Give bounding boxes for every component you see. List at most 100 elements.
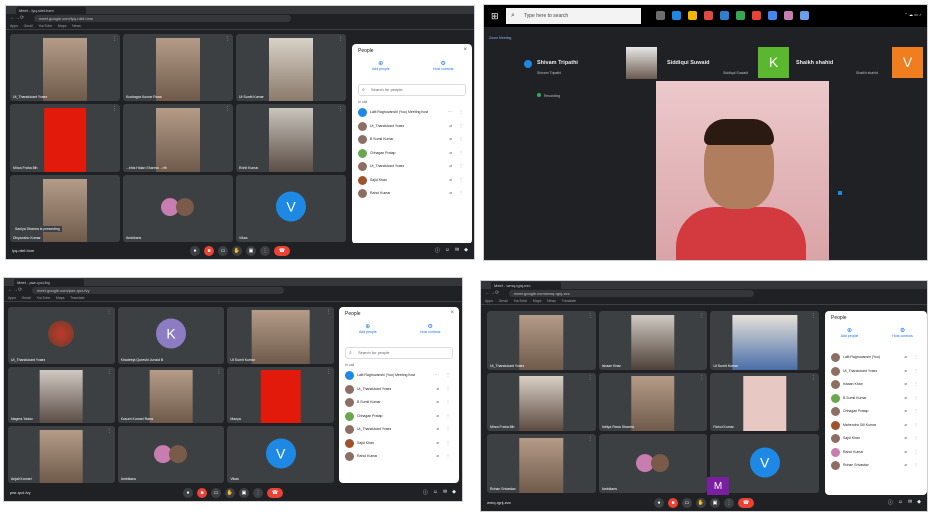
more-options-icon[interactable]: ⋮ — [811, 375, 816, 381]
more-options-icon[interactable]: ⋮ — [699, 313, 704, 319]
chat-icon[interactable]: ✉ — [908, 499, 912, 506]
mic-icon[interactable]: ⌀ ⋮ — [904, 354, 921, 359]
browser-tab[interactable]: Meet - wmq-rgnj-ezc — [491, 282, 561, 289]
participant-tile[interactable]: ⋮ Ut Sumit Kumar — [227, 307, 334, 364]
add-people-button[interactable]: ⊕ Add people — [344, 323, 392, 334]
bookmark-item[interactable]: Gmail — [499, 298, 508, 305]
more-options-icon[interactable]: ⋮ — [326, 369, 331, 375]
list-item[interactable]: Sajid Khan ⌀ ⋮ — [356, 174, 468, 188]
store-icon[interactable] — [720, 11, 729, 20]
mic-button[interactable]: ● — [190, 246, 200, 256]
bookmark-item[interactable]: News — [547, 298, 556, 305]
activities-icon[interactable]: ◆ — [452, 489, 456, 496]
mic-icon[interactable]: ⌀ ⋮ — [449, 136, 466, 141]
participant-tile[interactable]: ⋮ ...bhis Hidan Sharma ...rth — [123, 104, 233, 172]
more-options-icon[interactable]: ⋮ — [216, 369, 221, 375]
host-controls-button[interactable]: ⚙ Host controls — [406, 323, 454, 334]
mic-icon[interactable]: ⌀ ⋮ — [904, 449, 921, 454]
bookmark-item[interactable]: YouTube — [38, 23, 52, 30]
mic-icon[interactable]: ⌀ ⋮ — [904, 395, 921, 400]
list-item[interactable]: Chhagan Pratap ⌀ ⋮ — [356, 147, 468, 161]
more-options-button[interactable]: ⋮ — [253, 488, 263, 498]
list-item[interactable]: Ishaan Khan ⌀ ⋮ — [829, 378, 923, 392]
list-item[interactable]: Lalit Raghuvanshi (You) Meeting host ⋯ ⋮ — [343, 369, 455, 383]
leave-call-button[interactable]: ☎ — [738, 498, 754, 508]
list-item[interactable]: Lalit Raghuvanshi (You) ⌀ ⋮ — [829, 351, 923, 365]
participant-tile[interactable]: ⋮ Ut_Thandukant Yvaez — [10, 34, 120, 102]
bookmark-item[interactable]: Maps — [58, 23, 67, 30]
more-options-icon[interactable]: ⋮ — [107, 428, 112, 434]
bookmark-item[interactable]: Maps — [56, 295, 65, 302]
participant-tile[interactable]: ⋮ Ut Sumit Kumar — [236, 34, 346, 102]
participant-tile[interactable]: ⋮ Manya — [227, 366, 334, 424]
mic-icon[interactable]: ⌀ ⋮ — [449, 177, 466, 182]
participant-tile[interactable]: ⋮ Ut Sumit Kumar — [710, 311, 819, 370]
list-item[interactable]: B Sumit Kumar ⌀ ⋮ — [829, 392, 923, 406]
camera-button[interactable]: ■ — [204, 246, 214, 256]
mic-icon[interactable]: ⌀ ⋮ — [904, 462, 921, 467]
raise-hand-button[interactable]: ✋ — [232, 246, 242, 256]
windows-start-icon[interactable]: ⊞ — [491, 11, 499, 22]
mic-icon[interactable]: ⌀ ⋮ — [904, 381, 921, 386]
participant-tile[interactable]: ⋮ Aditya Rana Sharma — [598, 372, 708, 432]
more-options-icon[interactable]: ⋮ — [588, 313, 593, 319]
list-item[interactable]: B Sumit Kumar ⌀ ⋮ — [343, 396, 455, 410]
people-icon[interactable]: ☺ — [445, 247, 450, 254]
more-options-icon[interactable]: ⋮ — [107, 369, 112, 375]
participant-tile[interactable]: V Vikas — [227, 426, 334, 483]
more-options-button[interactable]: ⋮ — [260, 246, 270, 256]
more-options-icon[interactable]: ⋮ — [112, 36, 117, 42]
camera-button[interactable]: ■ — [668, 498, 678, 508]
participant-tile[interactable]: ⋮ Kushagra Kumar Rana — [123, 34, 233, 102]
mic-icon[interactable]: ⌀ ⋮ — [904, 422, 921, 427]
mic-icon[interactable]: ⌀ ⋮ — [904, 368, 921, 373]
mic-icon[interactable]: ⌀ ⋮ — [436, 440, 453, 445]
more-options-icon[interactable]: ⋮ — [588, 436, 593, 442]
list-item[interactable]: B Sumit Kumar ⌀ ⋮ — [356, 133, 468, 147]
captions-button[interactable]: ▭ — [218, 246, 228, 256]
url-field[interactable]: meet.google.com/lyq-rdef-hxm — [34, 15, 292, 22]
more-options-icon[interactable]: ⋮ — [112, 106, 117, 112]
close-icon[interactable]: × — [463, 47, 467, 53]
chat-icon[interactable]: ✉ — [443, 489, 447, 496]
raise-hand-button[interactable]: ✋ — [696, 498, 706, 508]
mic-icon[interactable]: ⌀ ⋮ — [436, 453, 453, 458]
present-button[interactable]: ▣ — [246, 246, 256, 256]
more-options-icon[interactable]: ⋮ — [811, 313, 816, 319]
participant-tile[interactable]: K Khadeeja Qureshi Junaid B — [117, 307, 225, 364]
mic-icon[interactable]: ⌀ ⋮ — [436, 399, 453, 404]
bookmark-item[interactable]: Gmail — [22, 295, 31, 302]
mic-icon[interactable]: ⌀ ⋮ — [436, 413, 453, 418]
participant-tile[interactable]: ⋮ Nagma Yadav — [8, 366, 115, 424]
mic-icon[interactable]: ⋯ ⋮ — [448, 109, 466, 114]
mic-button[interactable]: ● — [183, 488, 193, 498]
raise-hand-button[interactable]: ✋ — [225, 488, 235, 498]
participant-tile[interactable]: ⋮ Kusum Kumari Rana — [117, 366, 225, 424]
leave-call-button[interactable]: ☎ — [274, 246, 290, 256]
list-item[interactable]: Rahul Kumar ⌀ ⋮ — [356, 187, 468, 201]
participant-tile[interactable]: Ambikans — [598, 434, 708, 493]
list-item[interactable]: Ut_Thandukant Yvaez ⌀ ⋮ — [356, 160, 468, 174]
list-item[interactable]: Rahul Kumar ⌀ ⋮ — [343, 450, 455, 464]
participant-tile[interactable]: ⋮ Ut_Thandukant Yvaez — [487, 311, 596, 370]
participant-tile[interactable]: Siddiqui Suwaid Siddiqui Suwaid K — [667, 47, 797, 83]
search-people-input[interactable]: ⌕ Search for people — [358, 84, 466, 96]
participant-tile[interactable]: Saniya Sharma is presenting Divyanshu Kum… — [10, 174, 120, 242]
bookmark-item[interactable]: Gmail — [24, 23, 33, 30]
more-options-icon[interactable]: ⋮ — [225, 36, 230, 42]
people-icon[interactable]: ☺ — [433, 489, 438, 496]
bookmark-item[interactable]: Apps — [8, 295, 16, 302]
participant-tile[interactable]: ⋮ Ishaan Khan — [598, 311, 708, 370]
browser-tab[interactable]: Meet - lyq-rdef-hxm — [16, 7, 86, 14]
more-options-icon[interactable]: ⋮ — [338, 36, 343, 42]
back-forward-icon[interactable]: ←→⟳ — [8, 287, 22, 294]
list-item[interactable]: Mahendra Gill Kumar ⌀ ⋮ — [829, 419, 923, 433]
app-icon[interactable] — [752, 11, 761, 20]
mic-icon[interactable]: ⌀ ⋮ — [904, 408, 921, 413]
mic-icon[interactable]: ⌀ ⋮ — [436, 386, 453, 391]
participant-tile[interactable]: ⋮ Rohan Srivastav — [487, 434, 596, 493]
participant-tile[interactable]: ⋮ Ut_Thandukant Yvaez — [8, 307, 115, 364]
more-options-icon[interactable]: ⋮ — [107, 309, 112, 315]
edge-icon[interactable] — [672, 11, 681, 20]
list-item[interactable]: Ut_Thandukant Yvaez ⌀ ⋮ — [343, 423, 455, 437]
